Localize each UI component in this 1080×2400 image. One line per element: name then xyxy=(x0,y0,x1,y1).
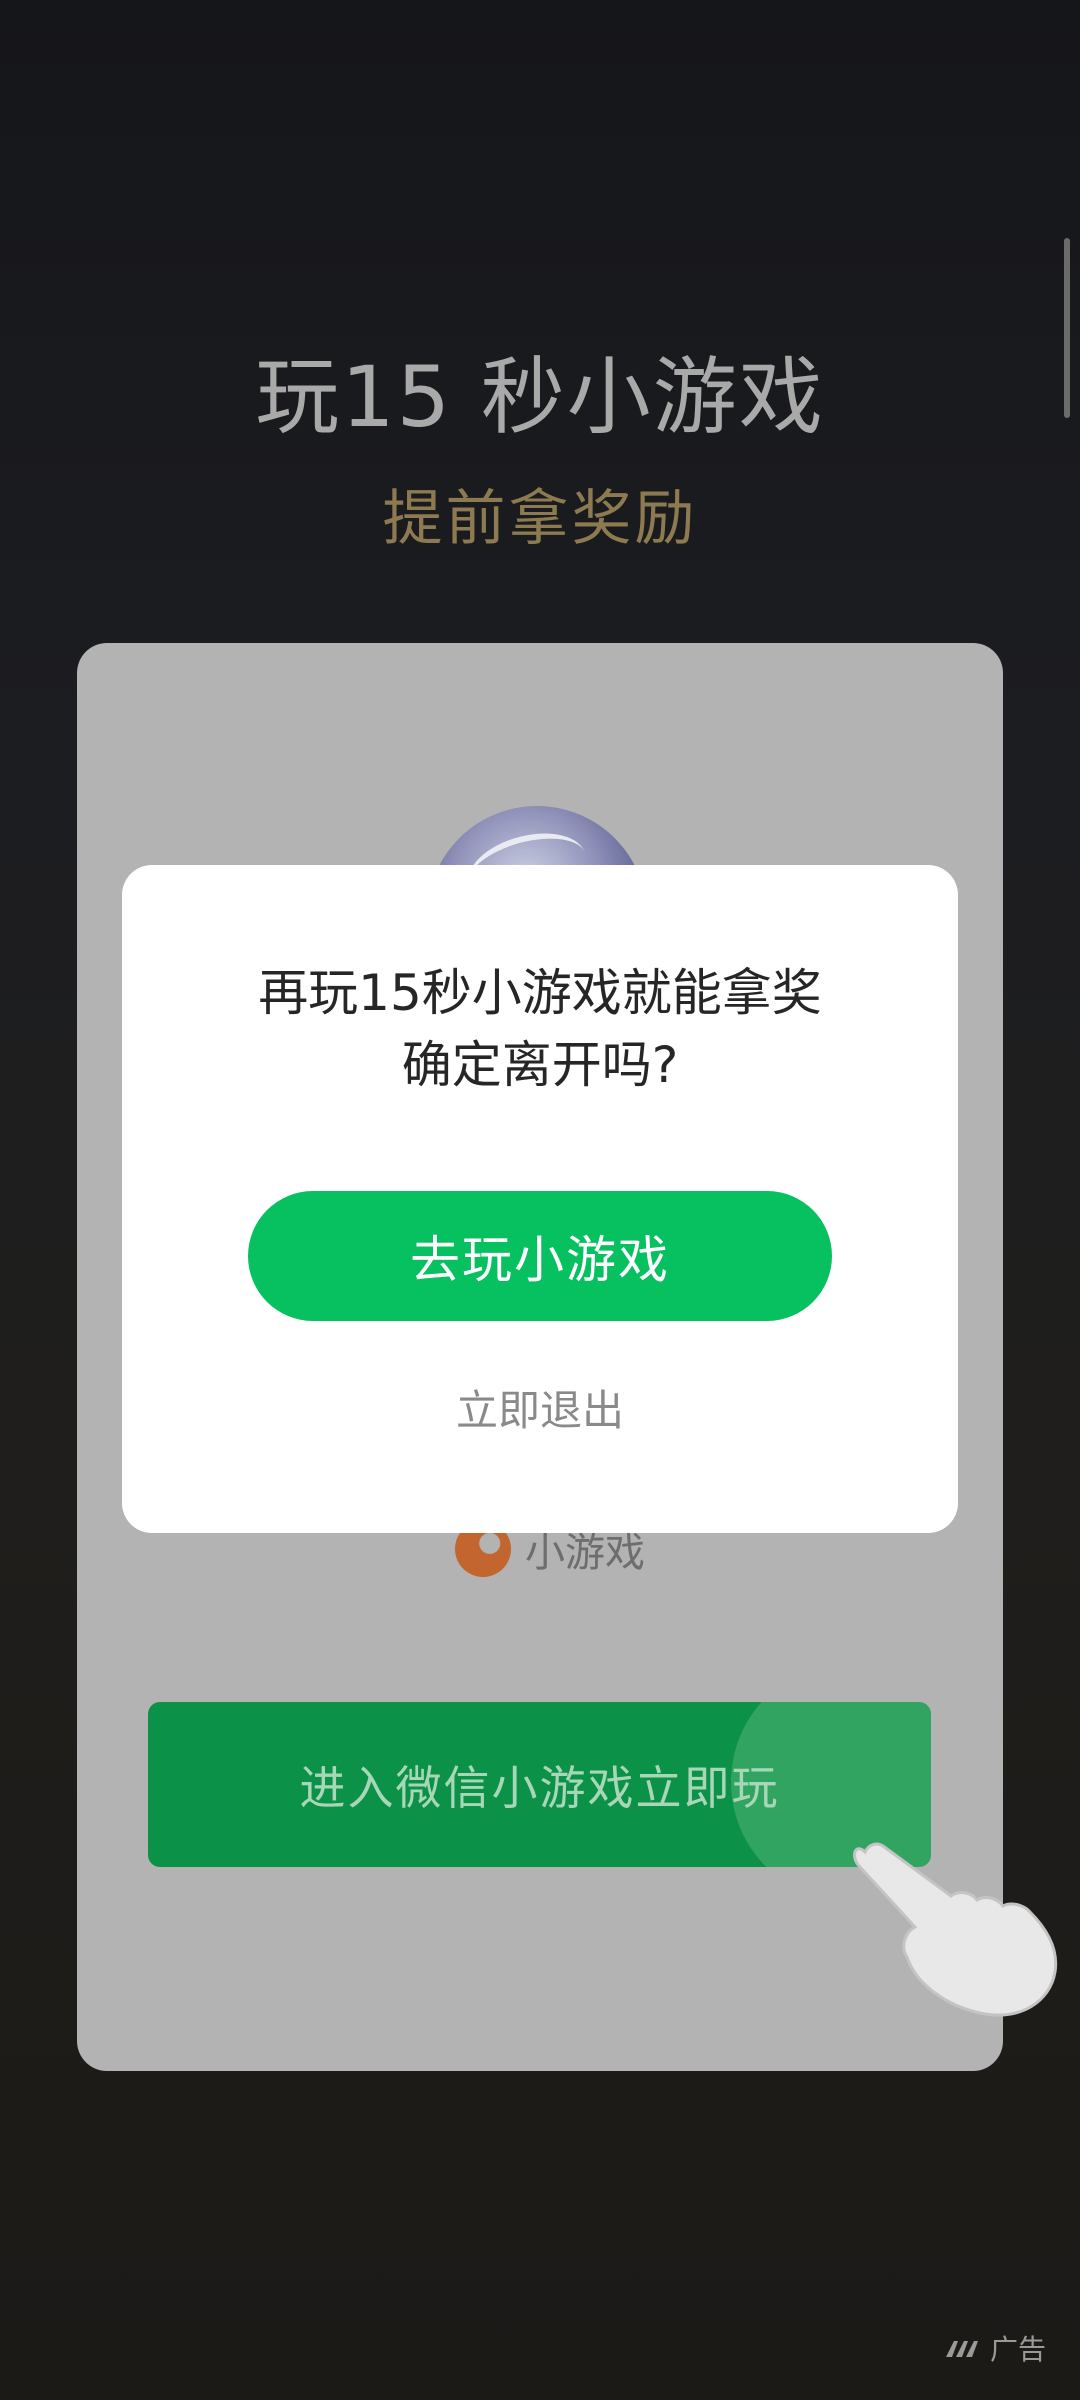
page-subtitle: 提前拿奖励 xyxy=(382,484,698,554)
hand-pointer-icon xyxy=(853,1842,1058,2017)
dialog-message-line1: 再玩15秒小游戏就能拿奖 xyxy=(258,964,822,1022)
enter-mini-game-label: 进入微信小游戏立即玩 xyxy=(299,1760,780,1815)
leave-confirm-dialog: 再玩15秒小游戏就能拿奖 确定离开吗? 去玩小游戏 立即退出 xyxy=(122,865,958,1533)
dialog-message: 再玩15秒小游戏就能拿奖 确定离开吗? xyxy=(122,957,958,1101)
page-title: 玩15 秒小游戏 xyxy=(255,348,825,446)
ad-label-text: 广告 xyxy=(989,2333,1046,2366)
play-mini-game-button[interactable]: 去玩小游戏 xyxy=(248,1191,832,1321)
ad-logo-icon xyxy=(945,2341,978,2357)
enter-mini-game-button[interactable]: 进入微信小游戏立即玩 xyxy=(148,1702,931,1867)
ad-label: 广告 xyxy=(944,2328,1046,2368)
exit-now-button[interactable]: 立即退出 xyxy=(122,1377,958,1438)
dialog-message-line2: 确定离开吗? xyxy=(401,1036,679,1094)
